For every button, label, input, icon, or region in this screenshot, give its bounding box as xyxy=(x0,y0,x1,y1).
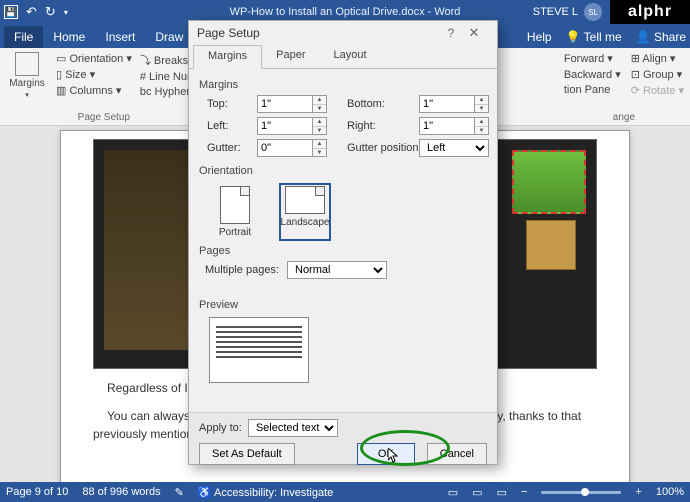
left-label: Left: xyxy=(203,120,251,132)
columns-button[interactable]: ▥ Columns ▾ xyxy=(56,84,132,97)
tab-help[interactable]: Help xyxy=(527,30,552,44)
spellcheck-icon[interactable]: ✎ xyxy=(175,486,184,499)
section-orientation: Orientation xyxy=(199,165,487,177)
set-default-button[interactable]: Set As Default xyxy=(199,443,295,465)
bottom-input[interactable] xyxy=(419,95,475,113)
zoom-plus-icon[interactable]: + xyxy=(635,486,641,498)
brand-logo: alphr xyxy=(610,0,690,24)
orientation-button[interactable]: ▭ Orientation ▾ xyxy=(56,52,132,65)
size-button[interactable]: ▯ Size ▾ xyxy=(56,68,132,81)
save-icon[interactable]: 💾 xyxy=(4,5,18,19)
redo-icon[interactable]: ↻ xyxy=(45,4,56,20)
landscape-icon xyxy=(285,186,325,214)
align-button[interactable]: ⊞ Align ▾ xyxy=(631,52,684,65)
accessibility-button[interactable]: ♿ Accessibility: Investigate xyxy=(198,486,333,499)
right-label: Right: xyxy=(343,120,413,132)
page-setup-dialog: Page Setup ? ✕ Margins Paper Layout Marg… xyxy=(188,20,498,465)
dialog-title: Page Setup xyxy=(197,26,260,40)
tab-draw[interactable]: Draw xyxy=(145,26,193,48)
group-label-pagesetup: Page Setup xyxy=(6,110,202,125)
margins-icon xyxy=(15,52,39,76)
user-name: STEVE L xyxy=(533,6,578,18)
bring-forward-button[interactable]: Forward ▾ xyxy=(564,52,621,65)
tab-file[interactable]: File xyxy=(4,26,43,48)
landscape-button[interactable]: Landscape xyxy=(279,183,331,241)
preview-box xyxy=(209,317,309,383)
undo-icon[interactable]: ↶ xyxy=(26,4,37,20)
quick-access-toolbar: 💾 ↶ ↻ ▾ xyxy=(4,4,68,20)
dialog-titlebar: Page Setup ? ✕ xyxy=(189,21,497,45)
multiple-pages-select[interactable]: Normal xyxy=(287,261,387,279)
avatar: SL xyxy=(584,3,602,21)
spinner-arrows[interactable]: ▲▼ xyxy=(475,95,489,113)
dialog-tab-paper[interactable]: Paper xyxy=(262,45,319,68)
document-title: WP-How to Install an Optical Drive.docx … xyxy=(230,6,461,18)
help-icon[interactable]: ? xyxy=(443,26,459,40)
section-preview: Preview xyxy=(199,299,487,311)
applyto-label: Apply to: xyxy=(199,422,242,434)
selection-pane-button[interactable]: tion Pane xyxy=(564,84,621,96)
group-label-arrange: ange xyxy=(564,110,684,125)
tellme[interactable]: 💡 Tell me xyxy=(566,30,622,44)
gutter-position-select[interactable]: Left xyxy=(419,139,489,157)
status-words[interactable]: 88 of 996 words xyxy=(82,486,160,498)
view-web-icon[interactable]: ▭ xyxy=(497,486,507,499)
spinner-arrows[interactable]: ▲▼ xyxy=(313,117,327,135)
status-page[interactable]: Page 9 of 10 xyxy=(6,486,68,498)
ok-button[interactable]: OK xyxy=(357,443,415,465)
status-bar: Page 9 of 10 88 of 996 words ✎ ♿ Accessi… xyxy=(0,482,690,502)
rotate-button[interactable]: ⟳ Rotate ▾ xyxy=(631,84,684,97)
tab-insert[interactable]: Insert xyxy=(95,26,145,48)
ribbon-group-pagesetup: Margins ▾ ▭ Orientation ▾ ▯ Size ▾ ▥ Col… xyxy=(6,52,202,125)
section-margins: Margins xyxy=(199,79,487,91)
dialog-tabs: Margins Paper Layout xyxy=(189,45,497,69)
spinner-arrows[interactable]: ▲▼ xyxy=(313,139,327,157)
view-print-icon[interactable]: ▭ xyxy=(472,486,482,499)
applyto-select[interactable]: Selected text xyxy=(248,419,338,437)
spinner-arrows[interactable]: ▲▼ xyxy=(475,117,489,135)
user-area[interactable]: STEVE L SL xyxy=(533,3,602,21)
zoom-level[interactable]: 100% xyxy=(656,486,684,498)
group-button[interactable]: ⊡ Group ▾ xyxy=(631,68,684,81)
tab-home[interactable]: Home xyxy=(43,26,95,48)
bottom-label: Bottom: xyxy=(343,98,413,110)
zoom-slider[interactable] xyxy=(541,491,621,494)
dialog-tab-layout[interactable]: Layout xyxy=(319,45,380,68)
gutter-position-label: Gutter position: xyxy=(343,142,413,154)
top-input[interactable] xyxy=(257,95,313,113)
gutter-input[interactable] xyxy=(257,139,313,157)
top-label: Top: xyxy=(203,98,251,110)
multiple-pages-label: Multiple pages: xyxy=(205,264,279,276)
spinner-arrows[interactable]: ▲▼ xyxy=(313,95,327,113)
dialog-tab-margins[interactable]: Margins xyxy=(193,45,262,69)
portrait-button[interactable]: Portrait xyxy=(209,183,261,241)
zoom-minus-icon[interactable]: − xyxy=(521,486,527,498)
portrait-icon xyxy=(220,186,250,224)
close-icon[interactable]: ✕ xyxy=(459,25,489,41)
share-button[interactable]: 👤 Share xyxy=(636,30,686,44)
send-backward-button[interactable]: Backward ▾ xyxy=(564,68,621,81)
section-pages: Pages xyxy=(199,245,487,257)
right-input[interactable] xyxy=(419,117,475,135)
chevron-down-icon: ▾ xyxy=(25,91,29,99)
left-input[interactable] xyxy=(257,117,313,135)
view-read-icon[interactable]: ▭ xyxy=(448,486,458,499)
dialog-footer: Apply to: Selected text Set As Default O… xyxy=(189,412,497,464)
margins-button[interactable]: Margins ▾ xyxy=(6,52,48,99)
gutter-label: Gutter: xyxy=(203,142,251,154)
qat-more-icon[interactable]: ▾ xyxy=(64,8,68,17)
cancel-button[interactable]: Cancel xyxy=(427,443,487,465)
